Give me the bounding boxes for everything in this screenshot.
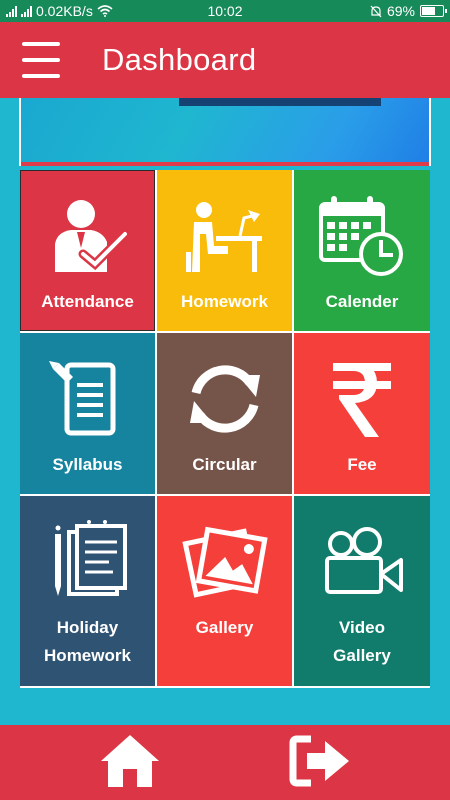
tile-gallery[interactable]: Gallery [157,496,292,686]
tile-label: Circular [192,455,257,474]
tile-label-line: Holiday [56,618,119,637]
rupee-icon [314,351,410,447]
tile-label: Calender [325,292,399,311]
menu-icon [22,42,60,46]
tile-label: Homework [181,292,268,311]
tile-label: Attendance [41,292,134,311]
tile-syllabus[interactable]: Syllabus [20,333,155,494]
tile-label: Fee [347,455,377,474]
tile-label-line: Gallery [333,646,391,665]
syllabus-icon [40,351,136,447]
tile-calender[interactable]: Calender [294,170,430,331]
tile-label: Video Gallery [333,614,391,670]
tile-fee[interactable]: Fee [294,333,430,494]
tile-label: Syllabus [52,455,123,474]
tile-video-gallery[interactable]: Video Gallery [294,496,430,686]
attendance-icon [40,188,136,284]
status-bar: 0.02KB/s 10:02 69% [0,0,450,22]
menu-icon-bar [22,74,60,78]
status-right: 69% [370,3,447,19]
tile-label-line: Homework [44,646,131,665]
logout-icon [289,735,349,787]
tile-circular[interactable]: Circular [157,333,292,494]
tile-homework[interactable]: Homework [157,170,292,331]
logout-button[interactable] [288,731,352,791]
tile-attendance[interactable]: Attendance [20,170,155,331]
dashboard-grid: Attendance Homework Calender Syllabus Ci… [20,170,430,688]
mute-bell-icon [370,5,382,17]
banner-shape [179,98,381,106]
banner-image [19,98,431,166]
holiday-homework-icon [40,514,136,610]
tile-holiday-homework[interactable]: Holiday Homework [20,496,155,686]
calendar-icon [314,188,410,284]
page-title: Dashboard [102,42,257,77]
circular-icon [177,351,273,447]
battery-icon [420,5,447,17]
tile-label: Gallery [195,618,254,637]
menu-icon-bar [22,58,60,62]
gallery-icon [177,514,273,610]
home-button[interactable] [98,731,162,791]
bottom-nav [0,725,450,800]
homework-icon [177,188,273,284]
banner-divider [21,162,429,166]
tile-label: Holiday Homework [44,614,131,670]
menu-button[interactable] [22,40,60,80]
video-gallery-icon [314,514,410,610]
app-bar: Dashboard [0,22,450,98]
battery-percent: 69% [386,3,415,19]
home-icon [101,735,159,787]
tile-label-line: Video [339,618,385,637]
